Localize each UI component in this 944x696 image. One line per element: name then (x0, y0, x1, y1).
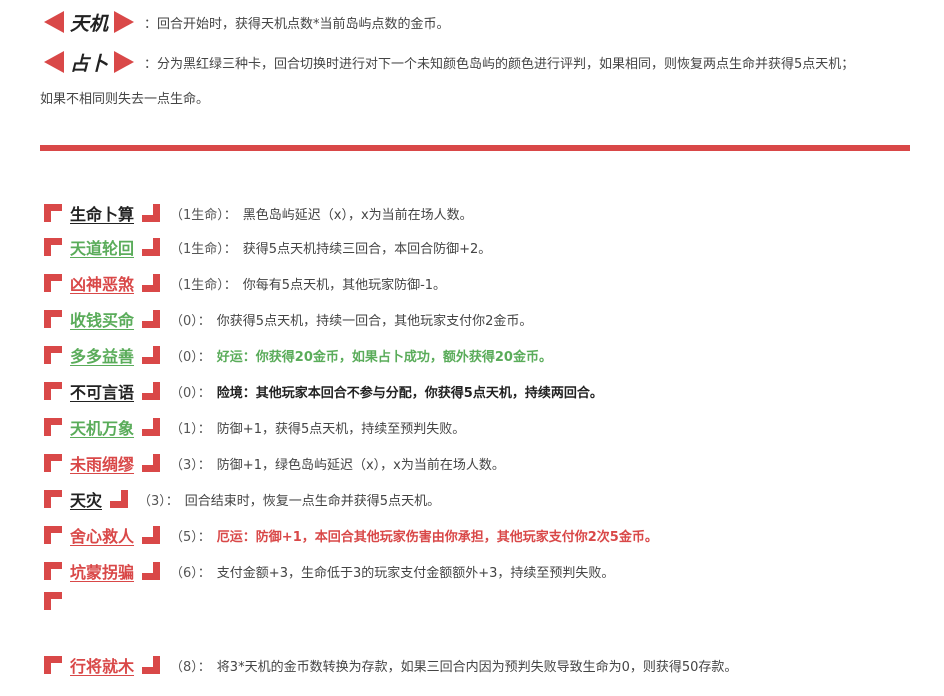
item-name: 收钱买命 (70, 311, 135, 330)
item-cost: （0）： (170, 313, 211, 329)
item-name: 舍心救人 (70, 527, 135, 546)
bracket-close-icon (142, 526, 161, 544)
item-cost: （3）： (138, 493, 179, 509)
item-desc: 回合结束时，恢复一点生命并获得5点天机。 (184, 493, 441, 509)
bracket-close-icon (142, 656, 161, 674)
rule-colon: ： (144, 16, 158, 32)
bracket-open-icon (44, 592, 62, 610)
list-item: 天机万象 （1）： 防御+1，获得5点天机，持续至预判失败。 (44, 414, 465, 440)
bracket-close-icon (142, 418, 161, 436)
bracket-open-icon (44, 274, 62, 292)
item-name: 天灾 (70, 491, 103, 510)
bracket-close-icon (142, 310, 161, 328)
item-name: 多多益善 (70, 347, 135, 366)
item-cost: （1生命）： (170, 277, 237, 293)
item-desc: 你每有5点天机，其他玩家防御-1。 (242, 277, 447, 293)
rule-text: 回合开始时，获得天机点数*当前岛屿点数的金币。 (157, 16, 450, 32)
list-item: 舍心救人 （5）： 厄运：防御+1，本回合其他玩家伤害由你承担，其他玩家支付你2… (44, 522, 658, 548)
item-desc: 险境：其他玩家本回合不参与分配，你获得5点天机，持续两回合。 (216, 385, 603, 401)
bracket-close-icon (110, 490, 129, 508)
bracket-close-icon (142, 382, 161, 400)
item-desc: 黑色岛屿延迟（x），x为当前在场人数。 (242, 207, 473, 223)
rule-tag: 天机 (70, 12, 109, 35)
left-arrow-icon (44, 51, 64, 73)
bracket-close-icon (142, 274, 161, 292)
bracket-open-icon (44, 204, 62, 222)
item-desc: 厄运：防御+1，本回合其他玩家伤害由你承担，其他玩家支付你2次5金币。 (216, 529, 658, 545)
bracket-open-icon (44, 346, 62, 364)
item-cost: （0）： (170, 385, 211, 401)
bracket-open-icon (44, 526, 62, 544)
list-item: 坑蒙拐骗 （6）： 支付金额+3，生命低于3的玩家支付金额额外+3，持续至预判失… (44, 558, 614, 584)
item-name: 坑蒙拐骗 (70, 563, 135, 582)
bracket-close-icon (142, 204, 161, 222)
bracket-open-icon (44, 562, 62, 580)
bracket-close-icon (142, 346, 161, 364)
right-arrow-icon (114, 51, 135, 73)
item-desc: 好运：你获得20金币，如果占卜成功，额外获得20金币。 (216, 349, 552, 365)
left-arrow-icon (44, 11, 64, 33)
bracket-open-icon (44, 310, 62, 328)
list-item: 凶神恶煞 （1生命）： 你每有5点天机，其他玩家防御-1。 (44, 270, 446, 296)
bracket-open-icon (44, 418, 62, 436)
section-divider (40, 145, 910, 151)
list-item: 生命卜算 （1生命）： 黑色岛屿延迟（x），x为当前在场人数。 (44, 200, 473, 226)
item-desc: 支付金额+3，生命低于3的玩家支付金额额外+3，持续至预判失败。 (216, 565, 615, 581)
item-desc: 防御+1，绿色岛屿延迟（x），x为当前在场人数。 (216, 457, 505, 473)
bracket-close-icon (142, 238, 161, 256)
item-name: 生命卜算 (70, 205, 135, 224)
rule-tag: 占卜 (70, 52, 109, 75)
list-item: 行将就木 （8）： 将3*天机的金币数转换为存款，如果三回合内因为预判失败导致生… (44, 652, 737, 678)
item-cost: （5）： (170, 529, 211, 545)
rule-zhanbu: 占卜 ： 分为黑红绿三种卡，回合切换时进行对下一个未知颜色岛屿的颜色进行评判，如… (44, 48, 854, 76)
bracket-open-icon (44, 490, 62, 508)
list-item: 未雨绸缪 （3）： 防御+1，绿色岛屿延迟（x），x为当前在场人数。 (44, 450, 505, 476)
bracket-open-icon (44, 238, 62, 256)
item-desc: 你获得5点天机，持续一回合，其他玩家支付你2金币。 (216, 313, 533, 329)
item-name: 不可言语 (70, 383, 135, 402)
list-item: 天道轮回 （1生命）： 获得5点天机持续三回合，本回合防御+2。 (44, 234, 491, 260)
rule-text: 分为黑红绿三种卡，回合切换时进行对下一个未知颜色岛屿的颜色进行评判，如果相同，则… (157, 56, 855, 72)
item-cost: （1生命）： (170, 207, 237, 223)
rule-colon: ： (144, 56, 158, 72)
item-cost: （1生命）： (170, 241, 237, 257)
item-desc: 防御+1，获得5点天机，持续至预判失败。 (216, 421, 466, 437)
list-item: 多多益善 （0）： 好运：你获得20金币，如果占卜成功，额外获得20金币。 (44, 342, 552, 368)
item-desc: 获得5点天机持续三回合，本回合防御+2。 (242, 241, 492, 257)
item-name: 行将就木 (70, 657, 135, 676)
item-name: 凶神恶煞 (70, 275, 135, 294)
list-item: 收钱买命 （0）： 你获得5点天机，持续一回合，其他玩家支付你2金币。 (44, 306, 532, 332)
item-desc: 将3*天机的金币数转换为存款，如果三回合内因为预判失败导致生命为0，则获得50存… (216, 659, 738, 675)
bracket-close-icon (142, 454, 161, 472)
bracket-open-icon (44, 382, 62, 400)
list-item: 天灾 （3）： 回合结束时，恢复一点生命并获得5点天机。 (44, 486, 440, 512)
item-cost: （0）： (170, 349, 211, 365)
bracket-close-icon (142, 562, 161, 580)
item-name: 未雨绸缪 (70, 455, 135, 474)
bracket-open-icon (44, 656, 62, 674)
item-cost: （3）： (170, 457, 211, 473)
rule-continuation: 如果不相同则失去一点生命。 (40, 92, 210, 107)
item-cost: （1）： (170, 421, 211, 437)
item-cost: （8）： (170, 659, 211, 675)
bracket-open-icon (44, 454, 62, 472)
rule-tianji: 天机 ： 回合开始时，获得天机点数*当前岛屿点数的金币。 (44, 8, 450, 36)
right-arrow-icon (114, 11, 135, 33)
item-name: 天道轮回 (70, 239, 135, 258)
item-cost: （6）： (170, 565, 211, 581)
list-item: 不可言语 （0）： 险境：其他玩家本回合不参与分配，你获得5点天机，持续两回合。 (44, 378, 603, 404)
item-name: 天机万象 (70, 419, 135, 438)
